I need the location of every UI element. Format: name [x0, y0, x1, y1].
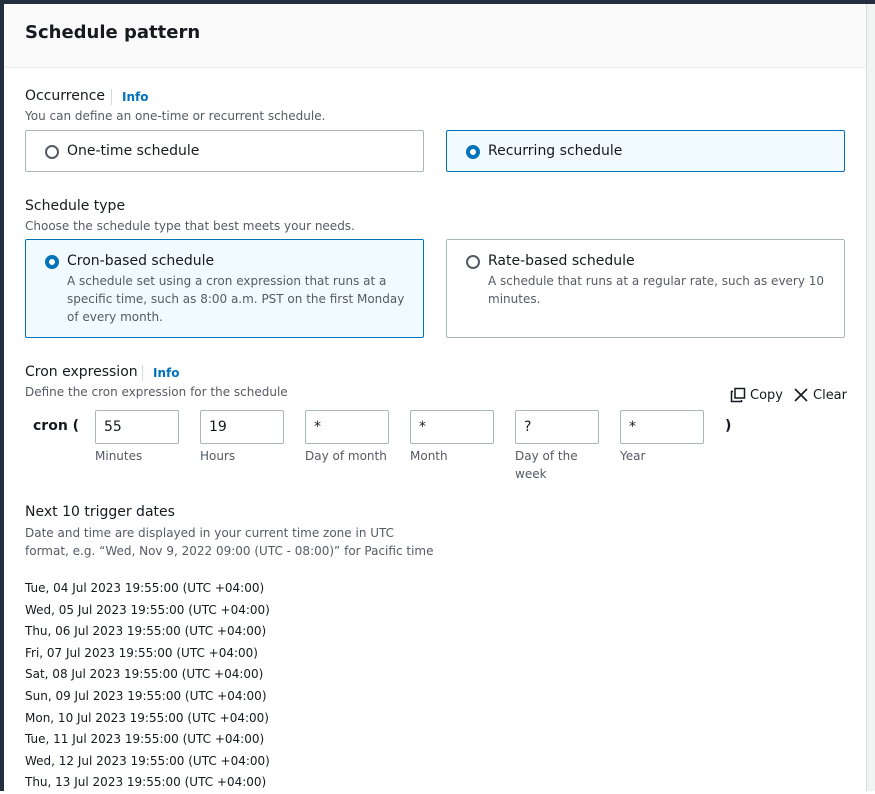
trigger-dates-list: Tue, 04 Jul 2023 19:55:00 (UTC +04:00) W…	[25, 578, 270, 794]
cron-info-link[interactable]: Info	[142, 365, 179, 381]
trigger-date-item: Sat, 08 Jul 2023 19:55:00 (UTC +04:00)	[25, 667, 264, 682]
rate-based-desc-line: A schedule that runs at a regular rate, …	[488, 274, 825, 288]
rate-based-description: A schedule that runs at a regular rate, …	[488, 272, 824, 308]
copy-button[interactable]: Copy	[730, 387, 783, 403]
cron-expression-label: Cron expression	[25, 364, 138, 380]
cron-hours-label: Hours	[200, 449, 236, 463]
cron-based-schedule-option[interactable]: Cron-based schedule A schedule set using…	[25, 239, 424, 338]
cron-based-desc-line: specific time, such as 8:00 a.m. PST on …	[67, 292, 405, 306]
rate-based-desc-line: minutes.	[488, 292, 541, 306]
cron-minutes-label: Minutes	[95, 449, 143, 463]
section-title: Schedule pattern	[25, 22, 201, 43]
cron-day-of-week-label-line: week	[515, 467, 547, 481]
cron-based-desc-line: A schedule set using a cron expression t…	[67, 274, 387, 288]
rate-based-label: Rate-based schedule	[488, 253, 635, 269]
recurring-schedule-option[interactable]: Recurring schedule	[446, 130, 845, 172]
left-border	[0, 4, 4, 791]
trigger-date-item: Thu, 06 Jul 2023 19:55:00 (UTC +04:00)	[25, 624, 267, 639]
clear-button[interactable]: Clear	[793, 387, 847, 403]
cron-minutes-input[interactable]	[95, 410, 179, 444]
trigger-desc-line: format, e.g. “Wed, Nov 9, 2022 09:00 (UT…	[25, 544, 434, 558]
trigger-date-item: Wed, 05 Jul 2023 19:55:00 (UTC +04:00)	[25, 602, 270, 617]
cron-hours-input[interactable]	[200, 410, 284, 444]
cron-day-of-month-input[interactable]	[305, 410, 389, 444]
section-header: Schedule pattern	[4, 4, 866, 68]
cron-description: Define the cron expression for the sched…	[25, 385, 288, 399]
rate-based-schedule-option[interactable]: Rate-based schedule A schedule that runs…	[446, 239, 845, 338]
schedule-type-description: Choose the schedule type that best meets…	[25, 219, 355, 233]
cron-prefix: cron (	[33, 418, 80, 434]
trigger-desc-line: Date and time are displayed in your curr…	[25, 526, 395, 540]
rate-based-radio[interactable]	[466, 255, 480, 269]
cron-based-description: A schedule set using a cron expression t…	[67, 272, 404, 326]
recurring-label: Recurring schedule	[488, 143, 623, 159]
trigger-date-item: Tue, 11 Jul 2023 19:55:00 (UTC +04:00)	[25, 732, 265, 747]
cron-day-of-month-label: Day of month	[305, 449, 387, 463]
cron-month-label: Month	[410, 449, 448, 463]
occurrence-label: Occurrence	[25, 88, 106, 104]
one-time-radio[interactable]	[45, 145, 59, 159]
cron-based-label: Cron-based schedule	[67, 253, 215, 269]
clear-label: Clear	[813, 387, 847, 403]
trigger-date-item: Mon, 10 Jul 2023 19:55:00 (UTC +04:00)	[25, 710, 269, 725]
cron-year-label: Year	[620, 449, 646, 463]
cron-day-of-week-label-line: Day of the	[515, 449, 578, 463]
occurrence-description: You can define an one-time or recurrent …	[25, 109, 326, 123]
recurring-radio[interactable]	[466, 145, 480, 159]
trigger-date-item: Fri, 07 Jul 2023 19:55:00 (UTC +04:00)	[25, 645, 258, 660]
schedule-type-label: Schedule type	[25, 198, 126, 214]
occurrence-info-link[interactable]: Info	[111, 89, 148, 105]
trigger-date-item: Tue, 04 Jul 2023 19:55:00 (UTC +04:00)	[25, 581, 265, 595]
cron-based-desc-line: of every month.	[67, 310, 163, 324]
cron-month-input[interactable]	[410, 410, 494, 444]
cron-day-of-week-input[interactable]	[515, 410, 599, 444]
close-icon	[794, 388, 808, 402]
cron-day-of-week-label: Day of the week	[515, 447, 578, 483]
cron-year-input[interactable]	[620, 410, 704, 444]
next-trigger-dates-description: Date and time are displayed in your curr…	[25, 524, 433, 560]
one-time-label: One-time schedule	[67, 143, 200, 159]
cron-based-radio[interactable]	[45, 255, 59, 269]
next-trigger-dates-label: Next 10 trigger dates	[25, 504, 175, 520]
copy-icon	[730, 387, 746, 403]
copy-label: Copy	[750, 387, 783, 403]
trigger-date-item: Sun, 09 Jul 2023 19:55:00 (UTC +04:00)	[25, 688, 267, 703]
cron-suffix: )	[725, 418, 732, 434]
scrollbar-track[interactable]	[866, 4, 875, 791]
one-time-schedule-option[interactable]: One-time schedule	[25, 130, 424, 172]
trigger-date-item: Wed, 12 Jul 2023 19:55:00 (UTC +04:00)	[25, 753, 270, 768]
